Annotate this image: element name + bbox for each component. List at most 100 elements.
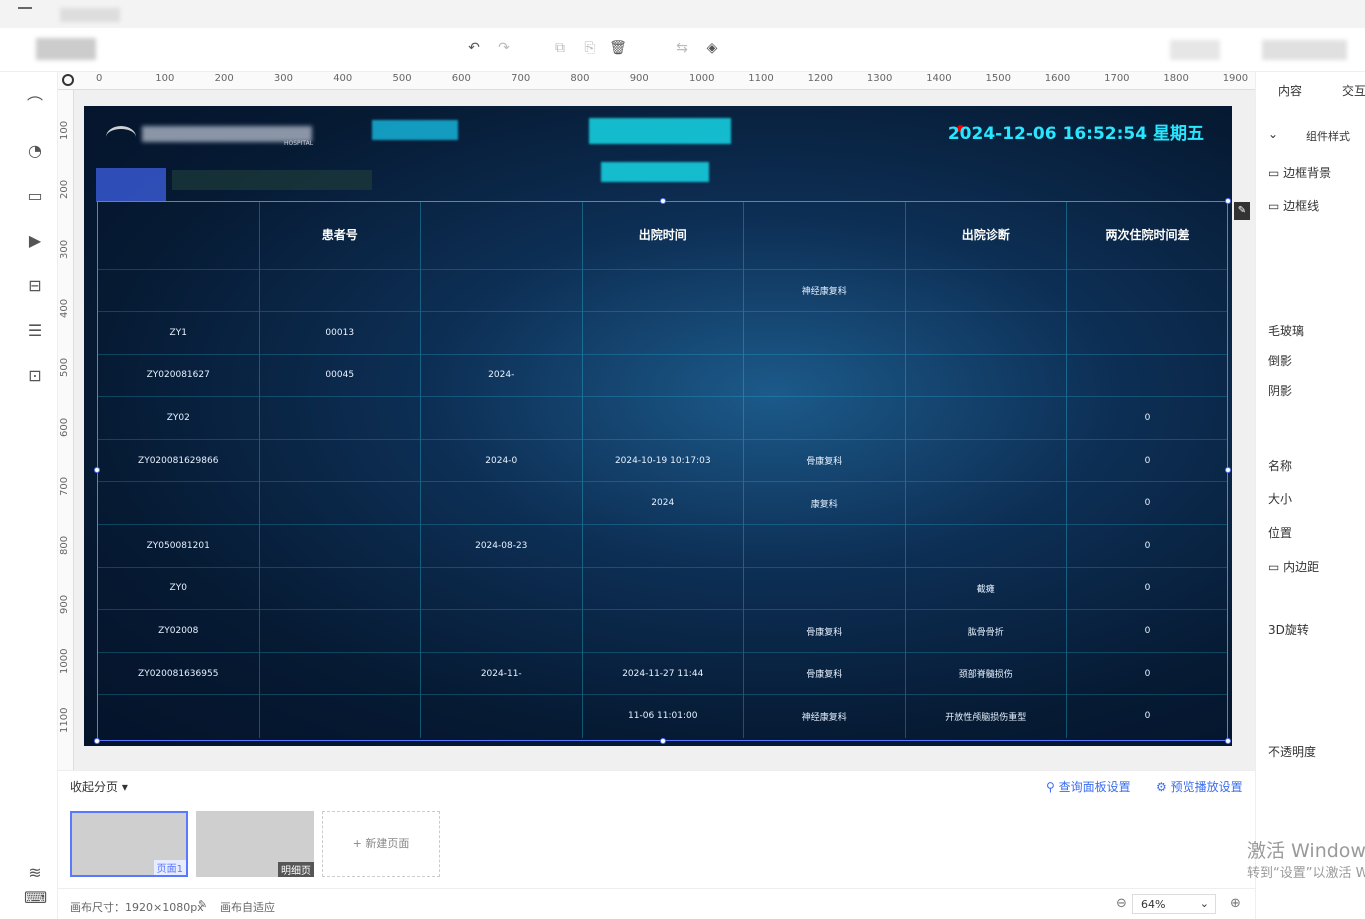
table-icon[interactable]: ☰ <box>24 320 46 342</box>
table-cell <box>258 438 421 482</box>
edit-icon[interactable]: ✎ <box>1234 202 1250 220</box>
ruler-tick-label: 800 <box>59 536 70 556</box>
table-cell <box>258 396 421 440</box>
resize-handle-t[interactable] <box>660 198 666 204</box>
ruler-tick-label: 600 <box>451 73 471 84</box>
collapse-pages[interactable]: 收起分页 ▾ <box>70 778 128 795</box>
align-icon[interactable]: ⇆ <box>672 40 692 56</box>
table-cell <box>420 396 582 440</box>
layer-icon[interactable]: ◈ <box>702 40 722 56</box>
table-row: ZY020081629866 2024-0 2024-10-19 10:17:03 骨… <box>97 438 1228 482</box>
ruler-tick-label: 200 <box>59 180 70 200</box>
resize-handle-br[interactable] <box>1225 738 1231 744</box>
ruler-tick-label: 1000 <box>59 648 70 674</box>
layers-icon[interactable]: ≋ <box>24 862 46 884</box>
table-row: ZY050081201 2024-08-23 0 <box>97 524 1228 568</box>
table-cell <box>1066 353 1228 397</box>
undo-icon[interactable]: ↶ <box>464 40 484 56</box>
ruler-tick-label: 700 <box>511 73 531 84</box>
table-cell: 开放性颅脑损伤重型 <box>904 694 1067 738</box>
query-panel-button[interactable]: ⚲ 查询面板设置 <box>1046 778 1131 795</box>
table-cell: 骨康复科 <box>743 651 905 695</box>
ruler-tick-label: 1500 <box>985 73 1011 84</box>
shadow-label: 阴影 <box>1268 384 1293 398</box>
resize-handle-r[interactable] <box>1225 467 1231 473</box>
resize-handle-tr[interactable] <box>1225 198 1231 204</box>
chevron-down-icon: ⌄ <box>1199 897 1209 910</box>
table-cell <box>904 481 1067 525</box>
section-component-style[interactable]: 组件样式 <box>1306 128 1350 144</box>
zoom-select[interactable]: 64% ⌄ <box>1132 894 1216 914</box>
padding-item[interactable]: ▭ 内边距 <box>1268 558 1319 575</box>
inbox-icon[interactable]: ⊟ <box>24 275 46 297</box>
table-cell: ZY050081201 <box>97 524 259 568</box>
zoom-in-icon[interactable]: ⊕ <box>1230 896 1241 911</box>
edit-size-icon[interactable]: ✎ <box>198 898 207 911</box>
eye-icon[interactable] <box>62 74 74 86</box>
trash-icon[interactable]: 🗑 <box>608 40 628 56</box>
opacity-label: 不透明度 <box>1268 745 1317 759</box>
canvas-adapt[interactable]: 画布自适应 <box>220 899 275 915</box>
resize-handle-l[interactable] <box>94 467 100 473</box>
back-button[interactable] <box>36 38 96 60</box>
preview-settings-button[interactable]: ⚙ 预览播放设置 <box>1156 778 1243 795</box>
table-header: 两次住院时间差 <box>1066 201 1228 269</box>
publish-button[interactable] <box>1262 40 1347 60</box>
paste-icon[interactable]: ⎘ <box>580 40 600 56</box>
table-cell <box>97 268 259 312</box>
filter-tag[interactable] <box>96 168 166 202</box>
page2-label: 明细页 <box>278 862 314 877</box>
keyboard-icon[interactable]: ⌨ <box>24 887 47 909</box>
archive-icon[interactable]: ⊡ <box>24 365 46 387</box>
table-cell <box>258 481 421 525</box>
table-cell: 0 <box>1066 694 1228 738</box>
table-cell <box>420 481 582 525</box>
table-cell: 神经康复科 <box>743 268 905 312</box>
logo-subtitle: HOSPITAL <box>284 140 314 147</box>
tab-content[interactable]: 内容 <box>1278 82 1302 99</box>
table-cell: 2024-11-27 11:44 <box>581 651 744 695</box>
page-thumb-1[interactable]: 页面1 <box>70 811 188 877</box>
window-title <box>60 8 120 22</box>
datetime: 2024-12-06 16:52:54 星期五 <box>947 124 1204 144</box>
properties-panel: 内容 交互 ⌄ 组件样式 ▭ 边框背景 ▭ 边框线 毛玻璃 倒影 阴影 名称 大… <box>1255 72 1365 919</box>
windows-watermark-sub: 转到“设置”以激活 Windows。 <box>1247 866 1365 881</box>
dashboard-screen[interactable]: HOSPITAL 2024-12-06 16:52:54 星期五 患者号 出院时间… <box>84 106 1232 746</box>
text-icon[interactable]: ▭ <box>24 185 46 207</box>
table-cell: 0 <box>1066 524 1228 568</box>
table-cell <box>581 566 744 610</box>
table-cell <box>97 481 259 525</box>
table-cell <box>904 311 1067 355</box>
table-cell <box>420 694 582 738</box>
table-row: 神经康复科 <box>97 268 1228 312</box>
tab-interaction[interactable]: 交互 <box>1342 82 1365 99</box>
resize-handle-b[interactable] <box>660 738 666 744</box>
preview-settings-label: 预览播放设置 <box>1170 780 1243 794</box>
redo-icon[interactable]: ↷ <box>494 40 514 56</box>
line-chart-icon[interactable]: ⌒ <box>24 94 46 116</box>
table-row: ZY02 0 <box>97 396 1228 440</box>
chevron-down-icon[interactable]: ⌄ <box>1268 127 1278 141</box>
editor-toolbar: ↶ ↷ ⧉ ⎘ 🗑 ⇆ ◈ <box>0 28 1365 72</box>
table-cell <box>97 694 259 738</box>
copy-icon[interactable]: ⧉ <box>550 40 570 56</box>
border-line-item[interactable]: ▭ 边框线 <box>1268 197 1319 214</box>
table-cell: ZY02008 <box>97 609 259 653</box>
resize-handle-bl[interactable] <box>94 738 100 744</box>
page1-label: 页面1 <box>153 860 186 875</box>
pie-chart-icon[interactable]: ◔ <box>24 140 46 162</box>
ruler-tick-label: 1800 <box>1163 73 1189 84</box>
preview-button[interactable] <box>1170 40 1220 60</box>
page-thumb-2[interactable]: 明细页 <box>196 811 314 877</box>
status-bar: 画布尺寸：1920×1080px ✎ 画布自适应 ⊖ 64% ⌄ ⊕ <box>58 888 1255 919</box>
new-page-button[interactable]: + 新建页面 <box>322 811 440 877</box>
ruler-tick-label: 800 <box>570 73 590 84</box>
media-icon[interactable]: ▶ <box>24 230 46 252</box>
zoom-out-icon[interactable]: ⊖ <box>1116 896 1127 911</box>
table-cell: ZY02 <box>97 396 259 440</box>
table-header <box>97 201 259 269</box>
border-bg-item[interactable]: ▭ 边框背景 <box>1268 164 1331 181</box>
glass-label: 毛玻璃 <box>1268 324 1305 338</box>
hospital-logo: HOSPITAL <box>106 122 316 152</box>
ruler-tick-label: 1600 <box>1044 73 1071 84</box>
